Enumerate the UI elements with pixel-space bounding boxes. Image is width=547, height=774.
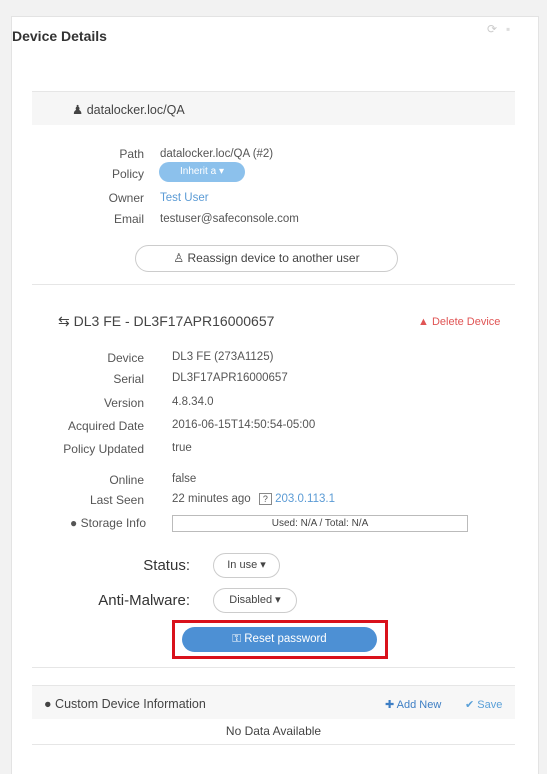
delete-device-link[interactable]: ▲ Delete Device bbox=[418, 316, 500, 328]
add-new-label: Add New bbox=[396, 699, 442, 711]
usb-icon: ⇆ bbox=[58, 313, 70, 329]
chevron-down-icon: ▾ bbox=[260, 559, 266, 571]
online-label: Online bbox=[109, 473, 144, 487]
storage-bar: Used: N/A / Total: N/A bbox=[172, 515, 468, 532]
device-label: Device bbox=[107, 351, 144, 365]
reassign-user-icon: ♙ bbox=[173, 251, 185, 265]
chevron-down-icon: ▾ bbox=[218, 166, 224, 177]
email-value: testuser@safeconsole.com bbox=[160, 213, 299, 225]
add-new-button[interactable]: ✚ Add New bbox=[385, 698, 441, 711]
divider bbox=[32, 744, 515, 745]
refresh-icon[interactable]: ⟳ bbox=[487, 22, 497, 36]
plus-icon: ✚ bbox=[385, 699, 395, 711]
version-value: 4.8.34.0 bbox=[172, 396, 214, 408]
reset-password-label: Reset password bbox=[244, 633, 327, 645]
reset-password-button[interactable]: ⚿ Reset password bbox=[182, 627, 377, 652]
storage-info-text: Storage Info bbox=[80, 516, 146, 530]
custom-info-header: ● Custom Device Information bbox=[32, 685, 515, 719]
info-icon: ● bbox=[70, 516, 78, 530]
serial-label: Serial bbox=[113, 372, 144, 386]
device-section-header: ⇆ DL3 FE - DL3F17APR16000657 bbox=[58, 313, 274, 330]
anti-malware-value: Disabled bbox=[229, 594, 273, 606]
divider bbox=[32, 284, 515, 285]
user-icon: ♟ bbox=[72, 103, 84, 117]
help-badge[interactable]: ? bbox=[258, 493, 272, 505]
policy-label: Policy bbox=[111, 167, 144, 181]
acquired-date-value: 2016-06-15T14:50:54-05:00 bbox=[172, 419, 316, 431]
policy-updated-value: true bbox=[172, 442, 192, 454]
device-value: DL3 FE (273A1125) bbox=[172, 351, 274, 363]
anti-malware-dropdown[interactable]: Disabled ▾ bbox=[213, 588, 297, 613]
empty-state-text: No Data Available bbox=[225, 724, 322, 738]
acquired-date-label: Acquired Date bbox=[67, 419, 144, 433]
panel-title: Device Details bbox=[12, 28, 107, 44]
delete-device-label: Delete Device bbox=[431, 316, 501, 328]
last-seen-value: 22 minutes ago bbox=[172, 493, 251, 505]
path-label: Path bbox=[119, 147, 144, 161]
chevron-down-icon: ▾ bbox=[275, 594, 281, 606]
version-label: Version bbox=[103, 396, 144, 410]
custom-info-title: Custom Device Information bbox=[55, 697, 206, 711]
device-details-panel bbox=[11, 16, 539, 774]
reassign-button[interactable]: ♙ Reassign device to another user bbox=[135, 245, 398, 272]
key-icon: ⚿ bbox=[232, 633, 242, 645]
divider bbox=[32, 667, 515, 668]
path-value: datalocker.loc/QA (#2) bbox=[160, 148, 274, 160]
ip-link[interactable]: 203.0.113.1 bbox=[275, 493, 335, 505]
owner-section-header: ♟ datalocker.loc/QA bbox=[32, 91, 515, 125]
save-button[interactable]: ✔ Save bbox=[465, 698, 502, 711]
policy-dropdown[interactable]: Inherit a ▾ bbox=[159, 162, 245, 182]
save-label: Save bbox=[477, 699, 503, 711]
reset-password-highlight: ⚿ Reset password bbox=[172, 620, 388, 659]
online-value: false bbox=[172, 473, 197, 485]
status-dropdown-value: In use bbox=[227, 559, 258, 571]
status-dropdown[interactable]: In use ▾ bbox=[213, 553, 280, 578]
serial-value: DL3F17APR16000657 bbox=[172, 372, 288, 384]
device-section-title: DL3 FE - DL3F17APR16000657 bbox=[73, 313, 275, 329]
reassign-label: Reassign device to another user bbox=[187, 251, 360, 265]
email-label: Email bbox=[113, 212, 144, 226]
collapse-icon[interactable]: ▪ bbox=[506, 22, 510, 36]
warning-icon: ▲ bbox=[418, 316, 429, 328]
owner-section-title: datalocker.loc/QA bbox=[86, 103, 185, 117]
policy-updated-label: Policy Updated bbox=[63, 442, 144, 456]
owner-link[interactable]: Test User bbox=[160, 192, 209, 204]
owner-label: Owner bbox=[108, 191, 144, 205]
info-icon: ● bbox=[44, 697, 52, 711]
last-seen-label: Last Seen bbox=[89, 493, 144, 507]
policy-dropdown-label: Inherit a bbox=[180, 166, 217, 177]
storage-info-label: ● Storage Info bbox=[20, 516, 146, 530]
status-label: Status: bbox=[143, 557, 190, 574]
last-seen-row: 22 minutes ago ? 203.0.113.1 bbox=[172, 493, 335, 505]
check-icon: ✔ bbox=[465, 699, 475, 711]
anti-malware-label: Anti-Malware: bbox=[98, 592, 190, 609]
